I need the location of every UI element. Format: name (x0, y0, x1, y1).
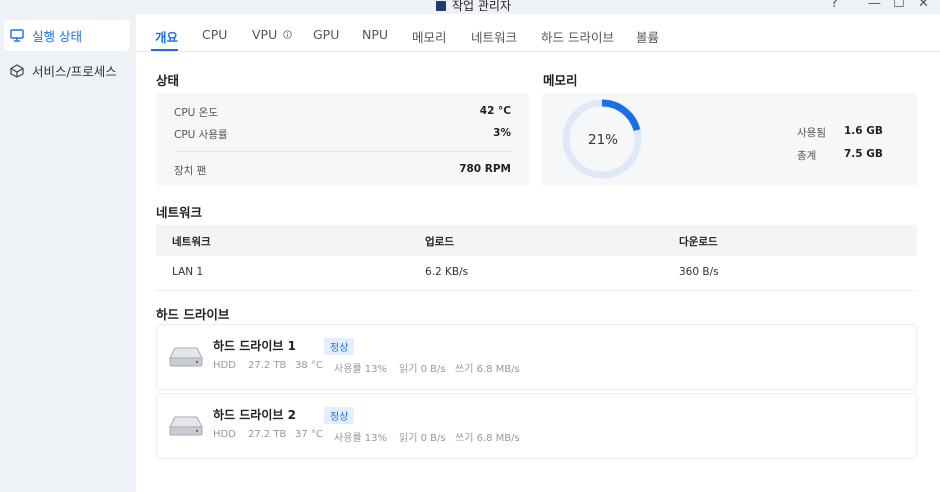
tab-network[interactable]: 네트워크 (471, 27, 517, 46)
drive-type: HDD (213, 360, 236, 371)
drive-read: 읽기 0 B/s (399, 364, 446, 375)
memory-card: 21% 사용됨 1.6 GB 총계 7.5 GB (542, 93, 917, 186)
drive-size: 27.2 TB (248, 360, 287, 371)
network-row-download: 360 B/s (679, 266, 719, 278)
window-title-group: 작업 관리자 (436, 0, 511, 14)
drive-name: 하드 드라이브 1 (213, 339, 296, 353)
cpu-temp-label: CPU 온도 (174, 107, 219, 119)
tab-volume[interactable]: 볼륨 (636, 27, 659, 46)
status-divider (174, 151, 511, 152)
status-badge: 정상 (324, 338, 355, 355)
drives-section-title: 하드 드라이브 (156, 307, 230, 322)
help-button[interactable]: ? (831, 0, 838, 11)
drive-temp: 37 °C (295, 429, 323, 440)
network-row-name: LAN 1 (172, 266, 204, 278)
memory-section-title: 메모리 (543, 73, 578, 88)
network-table-header: 네트워크 업로드 다운로드 (156, 225, 917, 256)
network-col-download: 다운로드 (679, 236, 718, 248)
memory-percent: 21% (588, 132, 619, 148)
tab-npu[interactable]: NPU (362, 27, 388, 42)
network-row-divider (156, 290, 917, 291)
close-button[interactable]: ✕ (918, 0, 929, 11)
sidebar: 실행 상태 서비스/프로세스 (0, 14, 136, 492)
sidebar-item-running-status[interactable]: 실행 상태 (4, 20, 130, 51)
tab-hard-drive[interactable]: 하드 드라이브 (541, 27, 614, 46)
monitor-icon (10, 29, 24, 42)
tab-bar: 개요 CPU VPU GPU NPU 메모리 네트워크 하드 드라이브 볼륨 (136, 22, 940, 52)
drive-read: 읽기 0 B/s (399, 433, 446, 444)
drive-size: 27.2 TB (248, 429, 287, 440)
drive-write: 쓰기 6.8 MB/s (455, 364, 520, 375)
fan-value: 780 RPM (459, 163, 511, 175)
status-badge: 정상 (324, 407, 355, 424)
hard-drive-icon (169, 416, 203, 436)
fan-label: 장치 팬 (174, 165, 207, 177)
drive-usage: 사용률 13% (334, 433, 388, 444)
network-row-upload: 6.2 KB/s (425, 266, 469, 278)
memory-total-value: 7.5 GB (844, 148, 883, 160)
memory-used-value: 1.6 GB (844, 125, 883, 137)
drive-write: 쓰기 6.8 MB/s (455, 433, 520, 444)
cpu-usage-label: CPU 사용률 (174, 129, 228, 141)
drive-card-2[interactable]: 하드 드라이브 2 정상 HDD 27.2 TB 37 °C 사용률 13% 읽… (156, 393, 917, 459)
sidebar-item-services[interactable]: 서비스/프로세스 (4, 55, 130, 86)
maximize-button[interactable]: ☐ (893, 0, 905, 11)
memory-total-label: 총계 (797, 150, 817, 162)
network-section-title: 네트워크 (156, 205, 203, 220)
drive-temp: 38 °C (295, 360, 323, 371)
drive-usage: 사용률 13% (334, 364, 388, 375)
network-col-upload: 업로드 (425, 236, 454, 248)
tab-memory[interactable]: 메모리 (412, 27, 447, 46)
title-bar: 작업 관리자 ? — ☐ ✕ (0, 0, 940, 14)
app-icon (436, 0, 446, 11)
drive-name: 하드 드라이브 2 (213, 408, 296, 422)
tab-cpu[interactable]: CPU (202, 27, 227, 42)
info-icon (283, 30, 292, 39)
tab-vpu-label: VPU (252, 27, 278, 42)
status-card: CPU 온도 42 °C CPU 사용률 3% 장치 팬 780 RPM (156, 93, 529, 186)
sidebar-item-label: 실행 상태 (32, 29, 82, 44)
tab-vpu[interactable]: VPU (252, 27, 292, 42)
cube-icon (10, 63, 24, 78)
minimize-button[interactable]: — (868, 0, 881, 11)
window-title: 작업 관리자 (452, 0, 512, 13)
status-section-title: 상태 (156, 73, 180, 88)
hard-drive-icon (169, 347, 203, 367)
drive-card-1[interactable]: 하드 드라이브 1 정상 HDD 27.2 TB 38 °C 사용률 13% 읽… (156, 324, 917, 390)
cpu-temp-value: 42 °C (479, 105, 511, 117)
memory-used-label: 사용됨 (797, 127, 826, 139)
drive-type: HDD (213, 429, 236, 440)
sidebar-item-label: 서비스/프로세스 (32, 64, 117, 79)
active-tab-indicator (151, 49, 178, 51)
tab-gpu[interactable]: GPU (313, 27, 339, 42)
tab-overview[interactable]: 개요 (155, 27, 178, 46)
network-col-name: 네트워크 (172, 236, 211, 248)
cpu-usage-value: 3% (493, 127, 511, 139)
